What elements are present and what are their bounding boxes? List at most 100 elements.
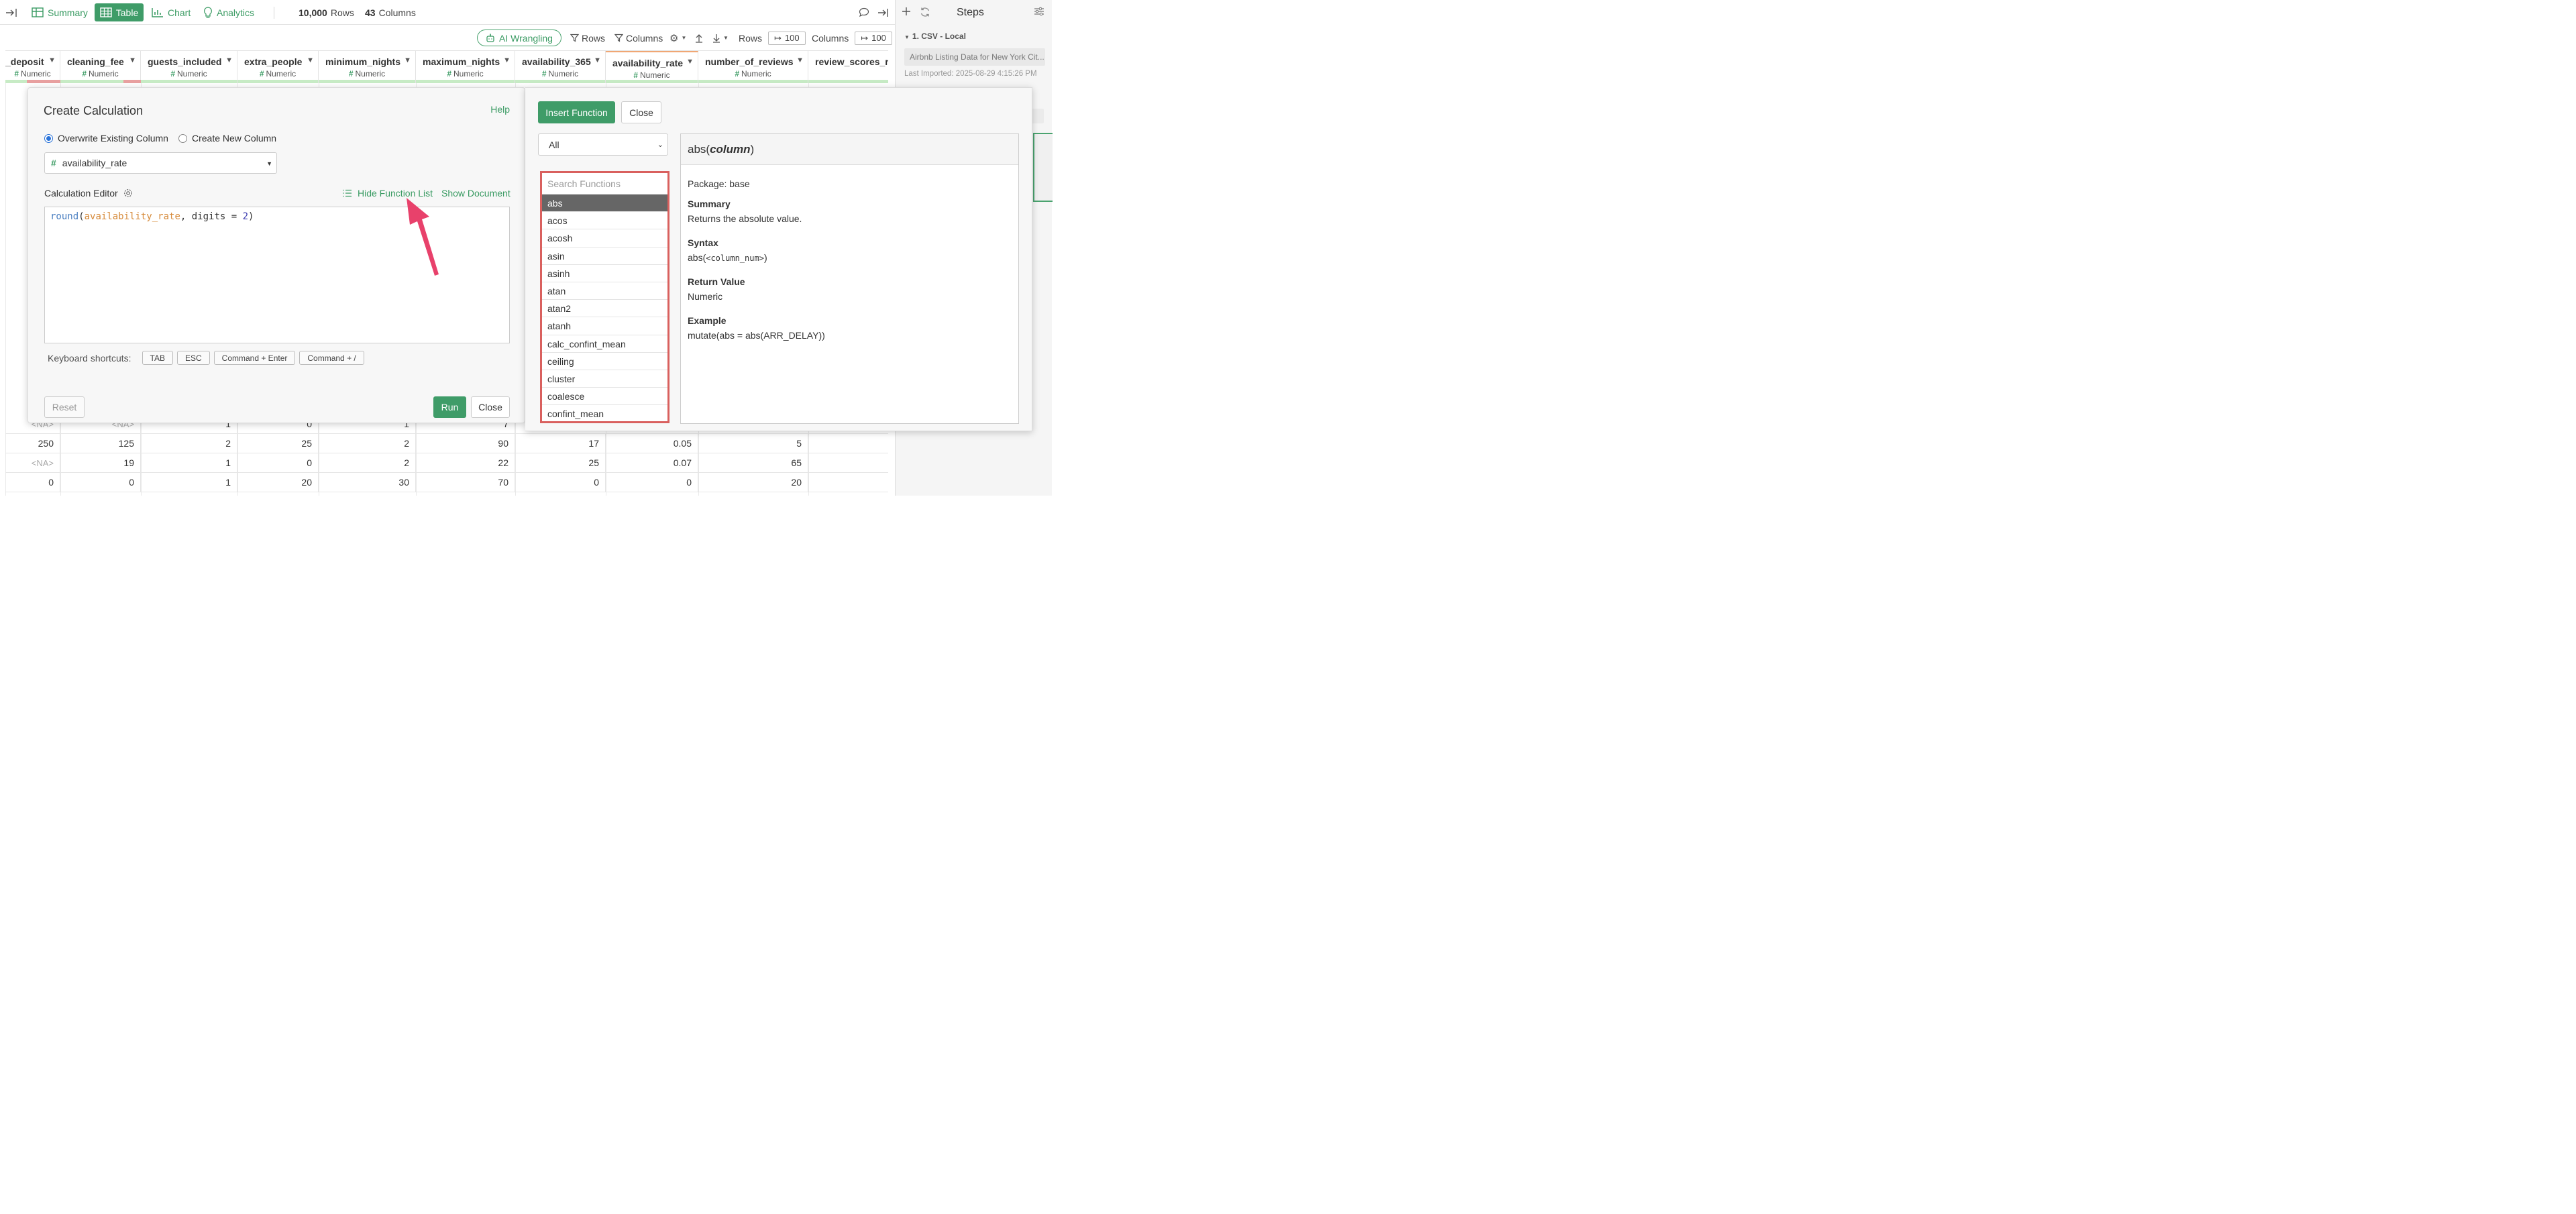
chevron-down-icon[interactable]: ▼ bbox=[129, 56, 136, 64]
create-new-radio[interactable]: Create New Column bbox=[178, 133, 276, 144]
table-cell[interactable]: 70 bbox=[416, 473, 515, 492]
column-header-selected[interactable]: availability_rate ▼ # Numeric bbox=[606, 51, 698, 83]
step-item[interactable]: ▼ 1. CSV - Local bbox=[904, 32, 966, 41]
column-header[interactable]: cleaning_fee ▼ # Numeric bbox=[60, 51, 141, 83]
close-dialog-button[interactable]: Close bbox=[471, 396, 510, 418]
chevron-down-icon[interactable]: ▼ bbox=[594, 56, 601, 64]
hide-function-list-link[interactable]: Hide Function List bbox=[342, 188, 433, 199]
function-item[interactable]: atanh bbox=[542, 317, 667, 335]
table-row[interactable]: 0 0 1 20 30 70 0 0 20 bbox=[5, 473, 888, 492]
collapse-left-icon[interactable] bbox=[5, 0, 17, 25]
table-cell[interactable]: 25 bbox=[515, 453, 606, 473]
run-button[interactable]: Run bbox=[433, 396, 466, 418]
table-cell[interactable]: 20 bbox=[698, 473, 808, 492]
table-cell[interactable]: 125 bbox=[60, 434, 141, 453]
table-cell[interactable]: 0 bbox=[606, 473, 698, 492]
table-cell[interactable]: 65 bbox=[698, 453, 808, 473]
settings-dropdown[interactable]: ⚙ ▼ bbox=[669, 25, 686, 50]
download-dropdown[interactable]: ▼ bbox=[712, 25, 729, 50]
function-item[interactable]: ceiling bbox=[542, 353, 667, 370]
target-column-select[interactable]: # availability_rate ▼ bbox=[44, 152, 277, 174]
table-cell[interactable]: 5 bbox=[698, 434, 808, 453]
chevron-down-icon[interactable]: ▼ bbox=[796, 56, 804, 64]
chevron-down-icon[interactable]: ▼ bbox=[404, 56, 411, 64]
tab-summary[interactable]: Summary bbox=[32, 0, 88, 25]
table-row[interactable]: 250 125 2 25 2 90 17 0.05 5 bbox=[5, 434, 888, 453]
function-item[interactable]: atan2 bbox=[542, 300, 667, 318]
column-header[interactable]: review_scores_ra #Nu bbox=[808, 51, 888, 83]
function-item[interactable]: confint_mean bbox=[542, 405, 667, 421]
add-step-icon[interactable] bbox=[902, 7, 911, 16]
table-cell[interactable]: <NA> bbox=[5, 453, 60, 473]
column-header[interactable]: _deposit ▼ # Numeric bbox=[5, 51, 60, 83]
upload-icon[interactable] bbox=[695, 25, 703, 50]
chevron-down-icon[interactable]: ▼ bbox=[686, 58, 694, 66]
columns-limit-input[interactable]: ↦ 100 bbox=[855, 31, 892, 45]
column-header[interactable]: maximum_nights ▼ # Numeric bbox=[416, 51, 515, 83]
table-cell[interactable]: 19 bbox=[60, 453, 141, 473]
tab-analytics[interactable]: Analytics bbox=[203, 0, 254, 25]
table-cell[interactable]: 0 bbox=[60, 473, 141, 492]
function-category-select[interactable]: All ⌄ bbox=[538, 133, 668, 156]
comment-icon[interactable] bbox=[859, 0, 869, 25]
table-cell[interactable]: 22 bbox=[416, 453, 515, 473]
search-functions-input[interactable]: Search Functions bbox=[542, 173, 667, 195]
help-link[interactable]: Help bbox=[490, 104, 510, 115]
table-cell[interactable]: 17 bbox=[515, 434, 606, 453]
table-cell[interactable]: 0.05 bbox=[606, 434, 698, 453]
function-item[interactable]: acos bbox=[542, 212, 667, 230]
column-header[interactable]: availability_365 ▼ # Numeric bbox=[515, 51, 606, 83]
rows-filter-button[interactable]: Rows bbox=[570, 25, 605, 50]
function-item[interactable]: asin bbox=[542, 247, 667, 265]
gear-icon[interactable] bbox=[123, 188, 133, 198]
radio-unchecked-icon[interactable] bbox=[178, 133, 187, 143]
function-item[interactable]: cluster bbox=[542, 370, 667, 388]
data-source-name[interactable]: Airbnb Listing Data for New York Cit... bbox=[904, 48, 1045, 66]
table-cell[interactable]: 1 bbox=[141, 473, 237, 492]
table-cell[interactable]: 25 bbox=[237, 434, 319, 453]
table-cell[interactable]: 0.07 bbox=[606, 453, 698, 473]
column-header[interactable]: number_of_reviews ▼ # Numeric bbox=[698, 51, 808, 83]
code-function-token: round bbox=[50, 211, 79, 222]
function-item[interactable]: calc_confint_mean bbox=[542, 335, 667, 353]
function-item-selected[interactable]: abs bbox=[542, 195, 667, 213]
chevron-down-icon[interactable]: ▼ bbox=[503, 56, 511, 64]
column-header[interactable]: extra_people ▼ # Numeric bbox=[237, 51, 319, 83]
table-cell[interactable]: 250 bbox=[5, 434, 60, 453]
table-cell[interactable]: 90 bbox=[416, 434, 515, 453]
rows-limit-input[interactable]: ↦ 100 bbox=[768, 31, 806, 45]
refresh-icon[interactable] bbox=[920, 7, 930, 17]
close-function-panel-button[interactable]: Close bbox=[621, 101, 661, 123]
table-cell[interactable]: 0 bbox=[515, 473, 606, 492]
table-cell[interactable]: 2 bbox=[141, 434, 237, 453]
function-item[interactable]: acosh bbox=[542, 229, 667, 247]
code-editor[interactable]: round(availability_rate, digits = 2) bbox=[44, 207, 510, 343]
reset-button[interactable]: Reset bbox=[44, 396, 85, 418]
table-cell[interactable]: 2 bbox=[319, 453, 416, 473]
column-header[interactable]: minimum_nights ▼ # Numeric bbox=[319, 51, 416, 83]
chevron-down-icon[interactable]: ▼ bbox=[48, 56, 56, 64]
function-item[interactable]: atan bbox=[542, 282, 667, 300]
collapse-right-icon[interactable] bbox=[877, 0, 889, 25]
table-cell[interactable]: 2 bbox=[319, 434, 416, 453]
function-item[interactable]: asinh bbox=[542, 265, 667, 282]
function-item[interactable]: coalesce bbox=[542, 388, 667, 406]
chevron-down-icon[interactable]: ▼ bbox=[307, 56, 314, 64]
table-cell[interactable]: 20 bbox=[237, 473, 319, 492]
columns-filter-button[interactable]: Columns bbox=[614, 25, 663, 50]
sliders-icon[interactable] bbox=[1034, 7, 1044, 16]
column-header[interactable]: guests_included ▼ # Numeric bbox=[141, 51, 237, 83]
table-cell[interactable]: 0 bbox=[237, 453, 319, 473]
show-document-link[interactable]: Show Document bbox=[441, 188, 511, 199]
table-cell[interactable]: 1 bbox=[141, 453, 237, 473]
table-cell[interactable]: 0 bbox=[5, 473, 60, 492]
table-row[interactable]: <NA> 19 1 0 2 22 25 0.07 65 bbox=[5, 453, 888, 473]
radio-checked-icon[interactable] bbox=[44, 133, 53, 143]
tab-chart[interactable]: Chart bbox=[152, 0, 191, 25]
insert-function-button[interactable]: Insert Function bbox=[538, 101, 615, 123]
ai-wrangling-button[interactable]: AI Wrangling bbox=[477, 30, 561, 46]
chevron-down-icon[interactable]: ▼ bbox=[225, 56, 233, 64]
table-cell[interactable]: 30 bbox=[319, 473, 416, 492]
tab-table[interactable]: Table bbox=[95, 3, 144, 21]
overwrite-radio[interactable]: Overwrite Existing Column bbox=[44, 133, 168, 144]
